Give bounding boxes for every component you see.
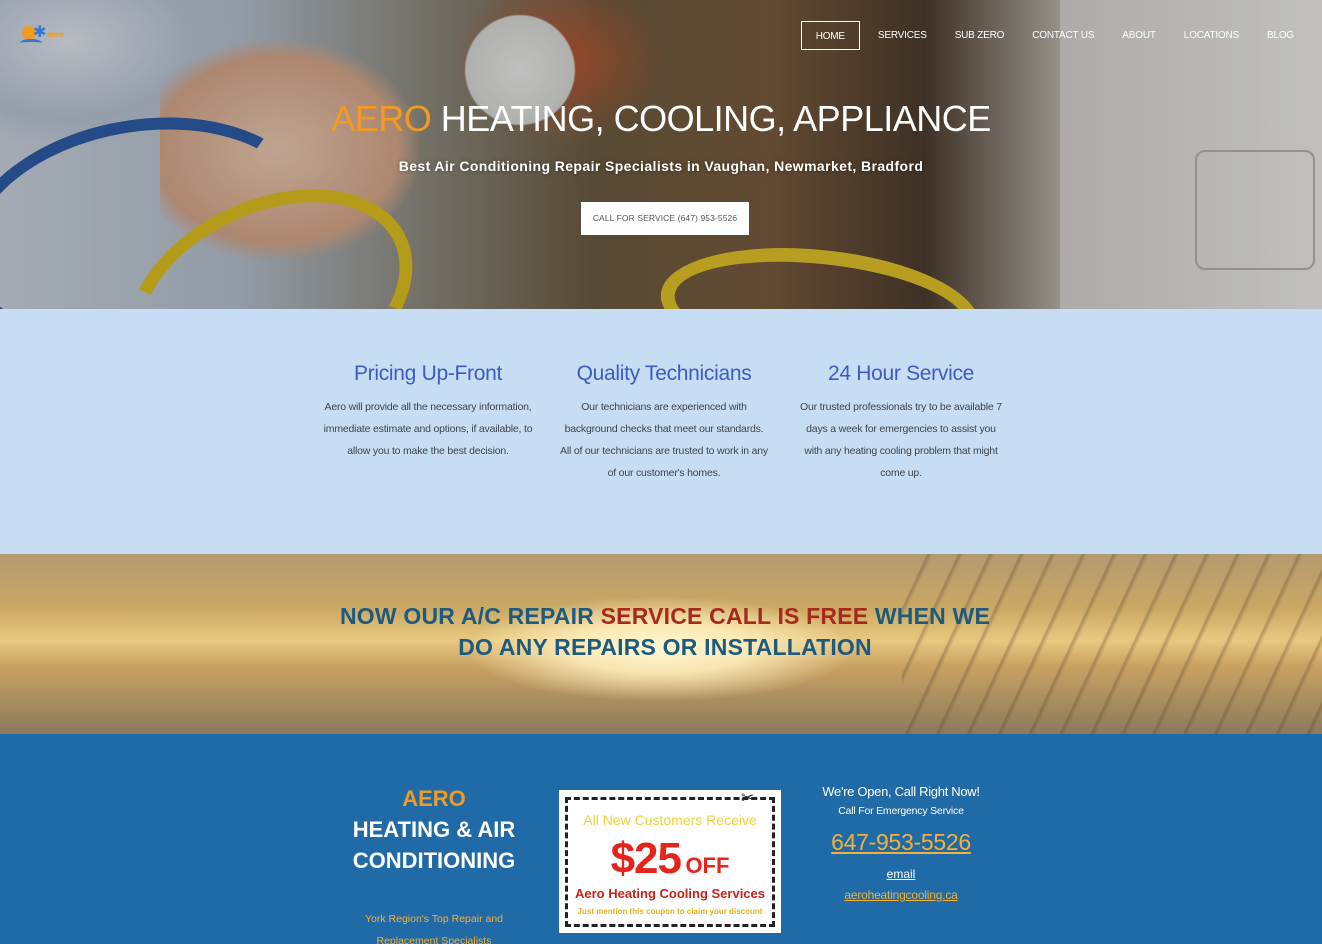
coupon-company: Aero Heating Cooling Services	[575, 886, 765, 901]
feature-pricing: Pricing Up-Front Aero will provide all t…	[323, 362, 533, 462]
coupon-amount-line: $25 OFF	[559, 834, 781, 884]
feature-text: Aero will provide all the necessary info…	[323, 401, 533, 457]
nav-item-services[interactable]: SERVICES	[864, 21, 941, 50]
footer-brand-name: AERO	[402, 786, 466, 811]
coupon-off: OFF	[685, 853, 730, 878]
feature-24-hour: 24 Hour Service Our trusted professional…	[796, 362, 1006, 484]
features-section: Pricing Up-Front Aero will provide all t…	[0, 309, 1322, 554]
hero-banner: ✱ aero HOME SERVICES SUB ZERO CONTACT US…	[0, 0, 1322, 309]
site-logo[interactable]: ✱ aero	[20, 24, 66, 48]
coupon-headline: All New Customers Receive	[583, 812, 757, 828]
phone-link[interactable]: 647-953-5526	[790, 829, 1012, 856]
nav-item-locations[interactable]: LOCATIONS	[1170, 21, 1253, 50]
nav-item-home[interactable]: HOME	[800, 21, 860, 50]
hero-title-rest: HEATING, COOLING, APPLIANCE	[440, 98, 991, 139]
wave-icon	[20, 39, 42, 47]
promo-banner: NOW OUR A/C REPAIR SERVICE CALL IS FREE …	[0, 554, 1322, 734]
hero-subtitle: Best Air Conditioning Repair Specialists…	[398, 158, 924, 174]
website-link[interactable]: aeroheatingcooling.ca	[790, 888, 1012, 902]
feature-title: Quality Technicians	[576, 362, 752, 385]
feature-text: Our technicians are experienced with bac…	[560, 401, 768, 479]
promo-headline: NOW OUR A/C REPAIR SERVICE CALL IS FREE …	[330, 601, 1000, 663]
promo-highlight: SERVICE CALL IS FREE	[600, 603, 869, 629]
coupon-note: Just mention this coupon to claim your d…	[577, 907, 763, 916]
nav-item-sub-zero[interactable]: SUB ZERO	[941, 21, 1019, 50]
logo-text: aero	[47, 30, 64, 39]
email-link[interactable]: email	[790, 867, 1012, 881]
feature-text: Our trusted professionals try to be avai…	[800, 401, 1002, 479]
feature-title: 24 Hour Service	[827, 362, 975, 385]
footer-tagline: York Region's Top Repair and Replacement…	[364, 913, 503, 944]
nav-item-about[interactable]: ABOUT	[1108, 21, 1169, 50]
promo-part-1: NOW OUR A/C REPAIR	[339, 603, 601, 629]
footer-brand: AERO HEATING & AIR CONDITIONING York Reg…	[334, 783, 534, 944]
nav-item-contact-us[interactable]: CONTACT US	[1018, 21, 1108, 50]
feature-technicians: Quality Technicians Our technicians are …	[559, 362, 769, 484]
footer-brand-subtitle: HEATING & AIR CONDITIONING	[352, 817, 516, 873]
open-text: We're Open, Call Right Now!	[822, 784, 980, 799]
call-for-service-button[interactable]: CALL FOR SERVICE (647) 953-5526	[581, 202, 749, 235]
nav-item-blog[interactable]: BLOG	[1253, 21, 1308, 50]
coupon-amount: $25	[610, 834, 682, 883]
discount-coupon: ✂ All New Customers Receive $25 OFF Aero…	[559, 790, 781, 933]
feature-title: Pricing Up-Front	[353, 362, 503, 385]
main-nav: HOME SERVICES SUB ZERO CONTACT US ABOUT …	[800, 21, 1308, 50]
scissors-icon: ✂	[741, 788, 755, 807]
hero-title-brand: AERO	[331, 98, 432, 139]
footer-contact: We're Open, Call Right Now! Call For Eme…	[790, 784, 1012, 902]
hero-title: AERO HEATING, COOLING, APPLIANCE	[0, 98, 1322, 140]
emergency-text: Call For Emergency Service	[838, 805, 964, 817]
snowflake-icon: ✱	[33, 22, 47, 41]
